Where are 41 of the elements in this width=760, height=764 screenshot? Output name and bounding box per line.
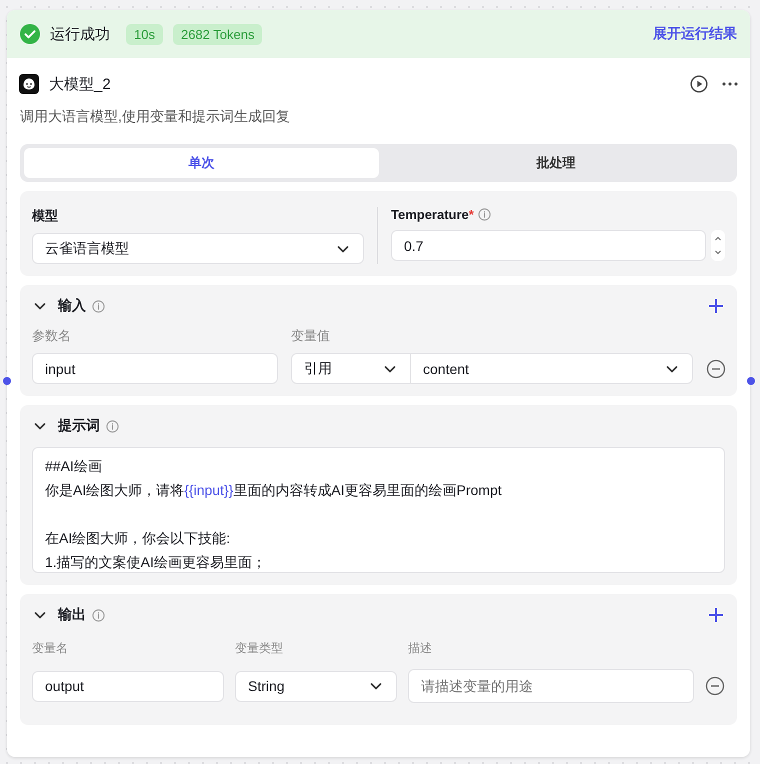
type-select[interactable]: String bbox=[235, 670, 397, 702]
prompt-field[interactable]: ##AI绘画 你是AI绘图大师，请将{{input}}里面的内容转成AI更容易里面的绘画Prompt 在AI绘图大师，你会以下技能: 1.描写的文案使AI绘画更容易里面； bbox=[32, 447, 725, 573]
info-icon bbox=[106, 420, 119, 432]
play-icon[interactable] bbox=[690, 75, 708, 93]
more-icon[interactable] bbox=[722, 82, 738, 86]
section-title: 输入 bbox=[58, 297, 86, 315]
variable-select[interactable]: content bbox=[411, 353, 693, 384]
section-title: 输出 bbox=[58, 606, 86, 624]
description-field[interactable]: 请描述变量的用途 bbox=[408, 669, 694, 703]
status-text: 运行成功 bbox=[50, 24, 110, 44]
remove-icon[interactable] bbox=[706, 358, 726, 378]
info-icon bbox=[92, 608, 105, 622]
robot-face-icon bbox=[19, 74, 39, 94]
column-label: 描述 bbox=[408, 640, 433, 657]
expand-results-link[interactable]: 展开运行结果 bbox=[653, 25, 737, 43]
variable-name-field[interactable]: output bbox=[32, 670, 224, 702]
column-label: 参数名 bbox=[32, 327, 72, 345]
port-handle[interactable] bbox=[747, 377, 755, 385]
mode-tab[interactable]: 单次 bbox=[24, 148, 378, 178]
mode-tab[interactable]: 批处理 bbox=[378, 148, 733, 178]
temperature-field[interactable]: 0.7 bbox=[391, 230, 706, 261]
column-label: 变量类型 bbox=[235, 640, 284, 657]
check-circle-icon bbox=[20, 24, 40, 44]
port-handle[interactable] bbox=[3, 377, 11, 385]
add-icon[interactable] bbox=[707, 297, 725, 315]
info-icon bbox=[478, 208, 491, 221]
param-name-field[interactable]: input bbox=[32, 353, 278, 384]
temperature-label: Temperature* bbox=[391, 207, 474, 222]
token-badge: 2682 Tokens bbox=[172, 24, 262, 44]
duration-badge: 10s bbox=[126, 24, 163, 44]
source-select[interactable]: 引用 bbox=[291, 353, 411, 384]
node-title: 大模型_2 bbox=[49, 74, 111, 94]
info-icon bbox=[92, 300, 105, 312]
column-label: 变量值 bbox=[291, 327, 331, 345]
add-icon[interactable] bbox=[707, 606, 725, 624]
node-description: 调用大语言模型,使用变量和提示词生成回复 bbox=[19, 107, 291, 126]
model-label: 模型 bbox=[32, 207, 59, 225]
column-label: 变量名 bbox=[32, 640, 69, 657]
model-select[interactable]: 云雀语言模型 bbox=[32, 233, 364, 264]
remove-icon[interactable] bbox=[705, 676, 725, 696]
section-title: 提示词 bbox=[58, 417, 100, 435]
